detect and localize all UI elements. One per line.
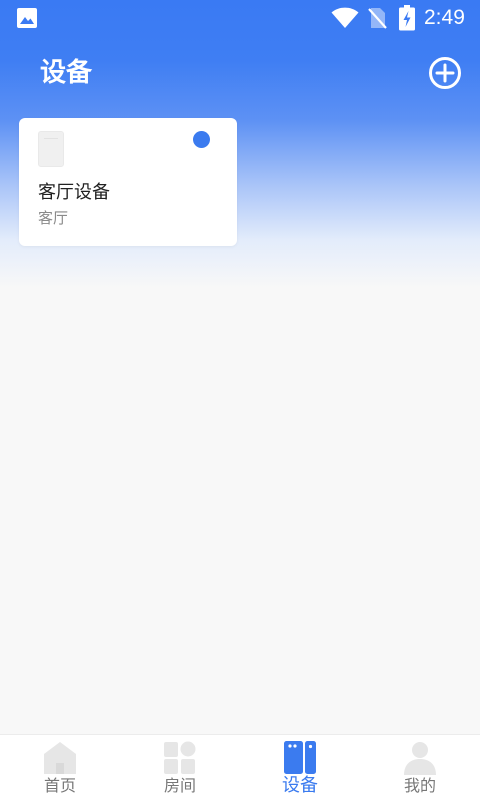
profile-icon	[404, 742, 436, 775]
tab-home[interactable]: 首页	[0, 735, 120, 800]
gallery-icon	[17, 8, 37, 28]
tab-label-profile: 我的	[403, 776, 436, 795]
tab-label-home: 首页	[43, 776, 76, 795]
device-card[interactable]: 客厅设备 客厅	[19, 118, 237, 246]
wifi-icon	[331, 7, 359, 28]
tab-profile[interactable]: 我的	[360, 735, 480, 800]
no-sim-icon	[368, 8, 387, 29]
tab-label-devices: 设备	[282, 775, 318, 796]
battery-charging-icon	[399, 5, 415, 31]
bottom-tab-bar: 首页 房间 设备 我的	[0, 734, 480, 800]
status-bar: 2:49	[0, 0, 480, 36]
device-name: 客厅设备	[38, 182, 110, 203]
tab-devices[interactable]: 设备	[240, 735, 360, 800]
device-room: 客厅	[38, 209, 69, 227]
clock-time: 2:49	[424, 6, 465, 29]
tab-label-rooms: 房间	[163, 776, 196, 795]
online-status-indicator	[193, 131, 210, 148]
tab-rooms[interactable]: 房间	[120, 735, 240, 800]
page-title: 设备	[40, 58, 93, 88]
home-icon	[44, 742, 76, 774]
add-device-button[interactable]	[428, 56, 462, 90]
rooms-icon	[164, 741, 196, 774]
add-circle-icon	[429, 57, 461, 89]
devices-icon	[284, 741, 316, 774]
device-image	[38, 131, 64, 167]
